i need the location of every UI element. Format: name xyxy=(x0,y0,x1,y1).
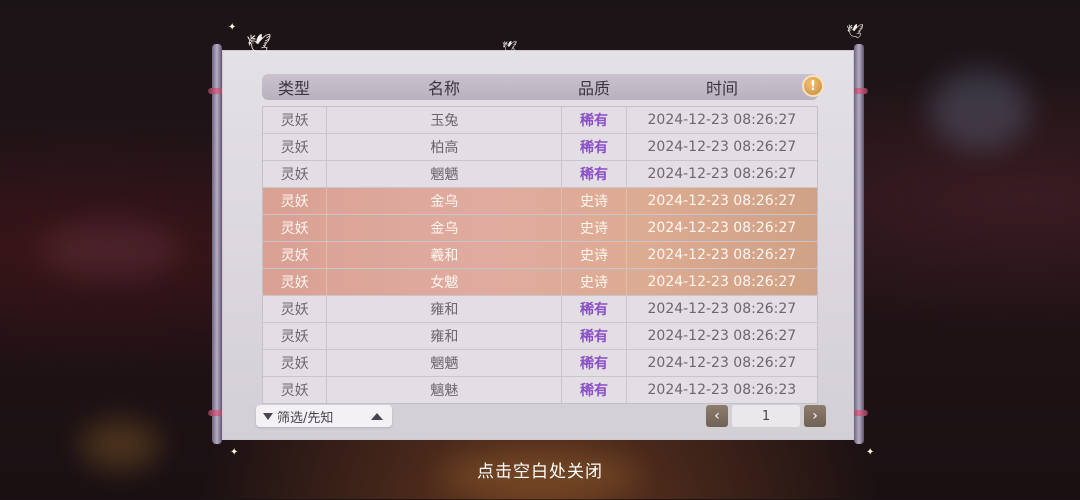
table-body: 灵妖 玉兔 稀有 2024-12-23 08:26:27 灵妖 柏高 稀有 2024-12-2… xyxy=(262,106,818,404)
cell-quality: 史诗 xyxy=(562,215,627,241)
cell-time: 2024-12-23 08:26:27 xyxy=(647,328,797,344)
filter-dropdown[interactable]: 筛选/先知 xyxy=(256,405,392,427)
cell-quality: 史诗 xyxy=(562,242,627,268)
table-row: 灵妖 魍魉 稀有 2024-12-23 08:26:27 xyxy=(263,350,817,377)
header-quality: 品质 xyxy=(577,79,610,98)
cell-quality: 稀有 xyxy=(562,134,627,160)
cell-quality: 史诗 xyxy=(562,269,627,295)
cell-type: 灵妖 xyxy=(263,242,328,268)
filter-label: 筛选/先知 xyxy=(277,410,334,426)
background-glow xyxy=(930,70,1030,150)
cell-name: 女魃 xyxy=(327,269,563,295)
table-row: 灵妖 雍和 稀有 2024-12-23 08:26:27 xyxy=(263,323,817,350)
cell-time: 2024-12-23 08:26:27 xyxy=(647,274,797,290)
cell-type: 灵妖 xyxy=(263,188,328,214)
header-type: 类型 xyxy=(277,79,310,98)
cell-time: 2024-12-23 08:26:27 xyxy=(647,193,797,209)
cell-quality: 稀有 xyxy=(562,107,627,133)
cell-time: 2024-12-23 08:26:27 xyxy=(647,301,797,317)
swallow-icon: 🕊 xyxy=(246,32,272,56)
record-table: 类型 名称 品质 时间 灵妖 玉兔 稀有 2024-12-23 08:26:27 灵妖柏… xyxy=(262,74,818,404)
cell-type: 灵妖 xyxy=(263,296,328,322)
cell-type: 灵妖 xyxy=(263,377,328,403)
cell-time: 2024-12-23 08:26:23 xyxy=(647,382,797,398)
cell-time: 2024-12-23 08:26:27 xyxy=(647,220,797,236)
cell-type: 灵妖 xyxy=(263,350,328,376)
table-row: 灵妖 玉兔 稀有 2024-12-23 08:26:27 xyxy=(263,107,817,134)
header-time: 时间 xyxy=(705,79,738,98)
cell-type: 灵妖 xyxy=(263,269,328,295)
cell-name: 雍和 xyxy=(327,323,563,349)
cell-quality: 史诗 xyxy=(562,188,627,214)
cell-type: 灵妖 xyxy=(263,161,328,187)
cell-type: 灵妖 xyxy=(263,134,328,160)
swallow-icon: 🕊 xyxy=(846,24,864,40)
cell-time: 2024-12-23 08:26:27 xyxy=(647,112,797,128)
table-header: 类型 名称 品质 时间 xyxy=(262,74,818,100)
close-hint[interactable]: 点击空白处关闭 xyxy=(0,457,1080,482)
page-number: 1 xyxy=(732,405,800,427)
cell-quality: 稀有 xyxy=(562,323,627,349)
table-row: 灵妖 魍魉 稀有 2024-12-23 08:26:27 xyxy=(263,161,817,188)
cell-type: 灵妖 xyxy=(263,107,328,133)
background-glow xyxy=(40,220,180,280)
scroll-rod-right xyxy=(850,44,868,444)
table-row: 灵妖 金乌 史诗 2024-12-23 08:26:27 xyxy=(263,188,817,215)
cell-quality: 稀有 xyxy=(562,350,627,376)
table-row: 灵妖 雍和 稀有 2024-12-23 08:26:27 xyxy=(263,296,817,323)
header-name: 名称 xyxy=(427,79,460,98)
caret-up-icon xyxy=(371,413,383,420)
table-row: 灵妖 羲和 史诗 2024-12-23 08:26:27 xyxy=(263,242,817,269)
cell-time: 2024-12-23 08:26:27 xyxy=(647,247,797,263)
cell-quality: 稀有 xyxy=(562,377,627,403)
prev-page-button[interactable]: ‹ xyxy=(706,405,728,427)
cell-name: 金乌 xyxy=(327,215,563,241)
table-row: 灵妖 金乌 史诗 2024-12-23 08:26:27 xyxy=(263,215,817,242)
table-row: 灵妖 女魃 史诗 2024-12-23 08:26:27 xyxy=(263,269,817,296)
table-row: 灵妖 柏高 稀有 2024-12-23 08:26:27 xyxy=(263,134,817,161)
cell-name: 玉兔 xyxy=(327,107,563,133)
swallow-icon: 🕊 xyxy=(502,40,518,54)
cell-name: 魍魉 xyxy=(327,350,563,376)
scroll-rod-left xyxy=(208,44,226,444)
cell-type: 灵妖 xyxy=(263,215,328,241)
cell-name: 金乌 xyxy=(327,188,563,214)
table-row: 灵妖 魑魅 稀有 2024-12-23 08:26:23 xyxy=(263,377,817,403)
next-page-button[interactable]: › xyxy=(804,405,826,427)
cell-name: 羲和 xyxy=(327,242,563,268)
filter-icon xyxy=(263,412,273,420)
cell-time: 2024-12-23 08:26:27 xyxy=(647,166,797,182)
cell-time: 2024-12-23 08:26:27 xyxy=(647,139,797,155)
cell-name: 柏高 xyxy=(327,134,563,160)
sparkle-icon: ✦ xyxy=(228,22,237,33)
cell-quality: 稀有 xyxy=(562,161,627,187)
cell-quality: 稀有 xyxy=(562,296,627,322)
cell-type: 灵妖 xyxy=(263,323,328,349)
cell-name: 雍和 xyxy=(327,296,563,322)
cell-name: 魍魉 xyxy=(327,161,563,187)
info-icon[interactable]: ! xyxy=(802,75,824,97)
cell-time: 2024-12-23 08:26:27 xyxy=(647,355,797,371)
cell-name: 魑魅 xyxy=(327,377,563,403)
